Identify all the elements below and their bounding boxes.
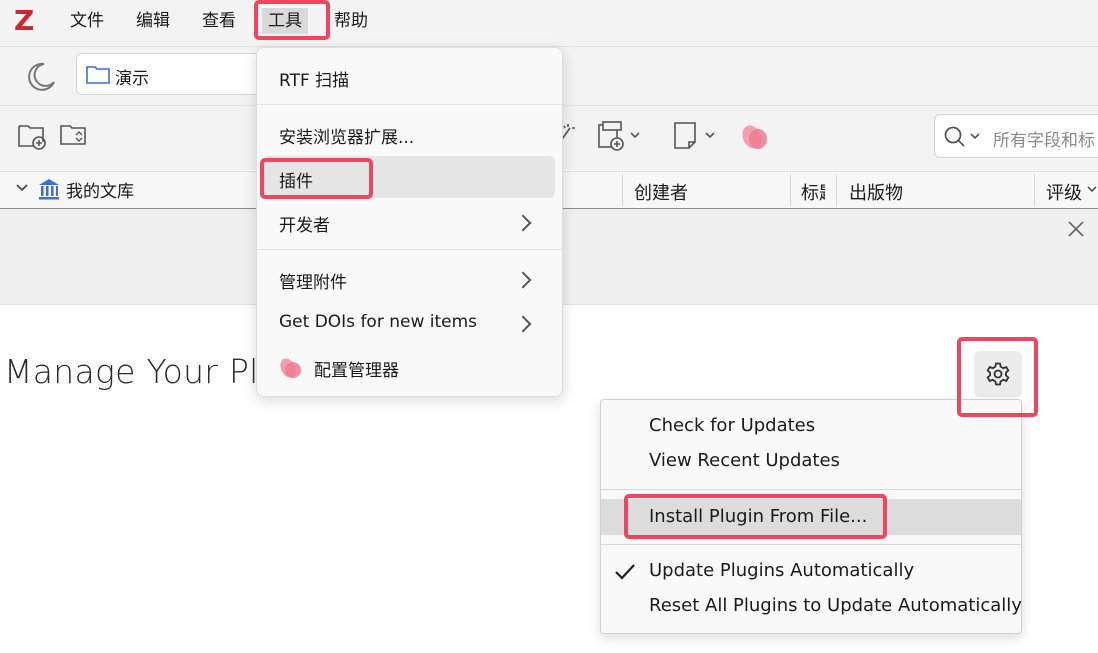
tree-root-my-library[interactable]: 我的文库 [66,177,134,202]
highlight-tools-menu [254,0,330,40]
column-separator [622,174,623,206]
close-icon[interactable] [1067,220,1085,238]
search-field[interactable]: 所有字段和标 [934,114,1098,158]
menu-bar: Z 文件 编辑 查看 工具 帮助 [0,0,1098,47]
folder-icon [86,64,110,84]
zotero-logo: Z [14,4,35,37]
petal-icon [278,355,304,381]
moon-icon[interactable] [24,60,58,94]
column-publication[interactable]: 出版物 [849,179,903,205]
column-rating[interactable]: 评级 [1046,179,1082,205]
page-title: Manage Your Plu [4,352,280,391]
collection-selector[interactable]: 演示 [76,53,266,95]
new-subcollection-icon[interactable] [60,122,90,150]
search-icon [943,125,985,149]
menu-item-config-manager[interactable]: 配置管理器 [314,356,399,381]
chevron-down-icon[interactable] [1087,186,1097,194]
menu-separator [257,249,562,250]
menu-item-get-dois[interactable]: Get DOIs for new items [279,312,477,332]
menu-item-rtf-scan[interactable]: RTF 扫描 [279,66,349,91]
menu-separator [257,104,562,105]
menu-item-install-browser-extension[interactable]: 安装浏览器扩展... [279,123,414,148]
menu-item-reset-all-plugins[interactable]: Reset All Plugins to Update Automaticall… [649,595,1022,616]
column-separator [790,174,791,206]
menu-edit[interactable]: 编辑 [136,8,170,34]
menu-file[interactable]: 文件 [70,8,104,34]
menu-view[interactable]: 查看 [202,8,236,34]
menu-help[interactable]: 帮助 [334,8,368,34]
menu-item-update-plugins-automatically[interactable]: Update Plugins Automatically [649,560,914,581]
highlight-gear-button [957,337,1038,417]
column-creator[interactable]: 创建者 [634,179,688,205]
chevron-right-icon [514,271,532,289]
chevron-right-icon [514,214,532,232]
column-separator [1034,174,1035,206]
chevron-down-icon[interactable] [16,183,28,193]
menu-item-manage-attachments[interactable]: 管理附件 [279,268,347,293]
checkmark-icon [614,563,636,581]
library-icon [37,177,61,201]
new-note-icon[interactable] [672,120,722,152]
chevron-right-icon [514,315,532,333]
column-separator [836,174,837,206]
new-item-icon[interactable] [597,120,647,152]
tools-menu: RTF 扫描 安装浏览器扩展... 插件 开发者 管理附件 Get DOIs f… [256,47,563,397]
column-title[interactable]: 标题 [801,179,825,205]
menu-separator [601,489,1021,490]
collection-name: 演示 [115,69,149,89]
search-placeholder: 所有字段和标 [993,131,1095,151]
petal-icon[interactable] [740,122,772,150]
menu-item-view-recent-updates[interactable]: View Recent Updates [649,450,840,471]
menu-separator [601,544,1021,545]
highlight-plugins-item [260,158,373,199]
highlight-install-plugin-item [624,494,887,539]
menu-item-check-for-updates[interactable]: Check for Updates [649,415,815,436]
menu-item-developer[interactable]: 开发者 [279,211,330,236]
new-collection-icon[interactable] [18,122,48,150]
